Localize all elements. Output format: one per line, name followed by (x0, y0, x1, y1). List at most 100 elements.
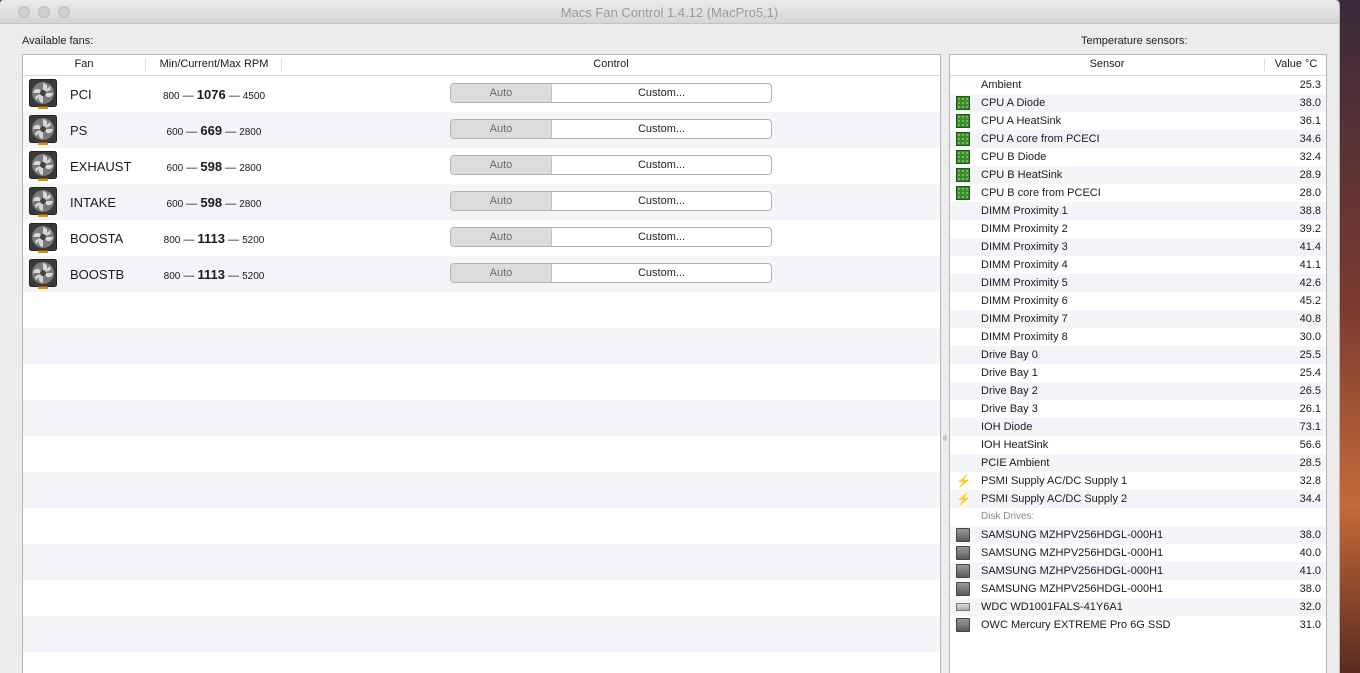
sensor-row[interactable]: SAMSUNG MZHPV256HDGL-000H1 40.0 (950, 544, 1326, 562)
column-header-sensor[interactable]: Sensor (950, 58, 1265, 72)
fan-row[interactable]: BOOSTA 800 — 1113 — 5200 Auto Custom... (23, 220, 940, 256)
sensor-value: 34.6 (1299, 133, 1321, 145)
sensor-name: DIMM Proximity 4 (981, 259, 1068, 271)
sensor-value: 26.1 (1299, 403, 1321, 415)
sensor-name: DIMM Proximity 8 (981, 331, 1068, 343)
sensor-value: 26.5 (1299, 385, 1321, 397)
sensor-row[interactable]: CPU A HeatSink 36.1 (950, 112, 1326, 130)
sensor-row[interactable]: IOH Diode 73.1 (950, 418, 1326, 436)
sensor-row[interactable]: CPU A Diode 38.0 (950, 94, 1326, 112)
sensor-value: 41.4 (1299, 241, 1321, 253)
sensor-name: CPU B core from PCECI (981, 187, 1101, 199)
cpu-chip-icon (956, 96, 970, 110)
custom-button[interactable]: Custom... (552, 192, 771, 210)
fan-rpm-current: 598 (200, 195, 223, 210)
sensor-value: 38.0 (1299, 529, 1321, 541)
sensor-row[interactable]: CPU B core from PCECI 28.0 (950, 184, 1326, 202)
auto-button[interactable]: Auto (451, 192, 552, 210)
fan-rpm-current: 1113 (197, 267, 225, 282)
sensor-row[interactable]: Ambient 25.3 (950, 76, 1326, 94)
sensor-row[interactable]: DIMM Proximity 4 41.1 (950, 256, 1326, 274)
sensor-row[interactable]: OWC Mercury EXTREME Pro 6G SSD 31.0 (950, 616, 1326, 634)
sensor-row[interactable]: ⚡ PSMI Supply AC/DC Supply 1 32.8 (950, 472, 1326, 490)
sensor-row[interactable]: CPU A core from PCECI 34.6 (950, 130, 1326, 148)
fan-name: BOOSTA (70, 231, 124, 246)
sensor-row[interactable]: PCIE Ambient 28.5 (950, 454, 1326, 472)
temperature-sensors-label: Temperature sensors: (1081, 35, 1188, 47)
fan-row[interactable]: PS 600 — 669 — 2800 Auto Custom... (23, 112, 940, 148)
sensor-row[interactable]: Drive Bay 1 25.4 (950, 364, 1326, 382)
column-header-control[interactable]: Control (283, 58, 939, 70)
sensor-row[interactable]: Drive Bay 3 26.1 (950, 400, 1326, 418)
custom-button[interactable]: Custom... (552, 228, 771, 246)
fan-control-segmented: Auto Custom... (450, 155, 772, 175)
sensor-row[interactable]: DIMM Proximity 3 41.4 (950, 238, 1326, 256)
auto-button[interactable]: Auto (451, 84, 552, 102)
sensor-row[interactable]: SAMSUNG MZHPV256HDGL-000H1 41.0 (950, 562, 1326, 580)
sensor-row[interactable]: ⚡ PSMI Supply AC/DC Supply 2 34.4 (950, 490, 1326, 508)
sensor-group-header: Disk Drives: (950, 508, 1326, 526)
sensor-row[interactable]: Drive Bay 0 25.5 (950, 346, 1326, 364)
auto-button[interactable]: Auto (451, 156, 552, 174)
fan-icon (29, 115, 57, 145)
fans-table: Fan Min/Current/Max RPM Control PCI 800 —… (22, 54, 941, 673)
sensor-value: 40.0 (1299, 547, 1321, 559)
split-view-divider-handle[interactable] (943, 435, 947, 441)
custom-button[interactable]: Custom... (552, 120, 771, 138)
fan-rpm-min: 600 (166, 163, 184, 174)
cpu-chip-icon (956, 132, 970, 146)
fan-row[interactable]: INTAKE 600 — 598 — 2800 Auto Custom... (23, 184, 940, 220)
auto-button[interactable]: Auto (451, 228, 552, 246)
sensor-name: DIMM Proximity 1 (981, 205, 1068, 217)
fan-rpm-max: 2800 (239, 127, 262, 138)
sensor-name: Drive Bay 1 (981, 367, 1038, 379)
sensor-row[interactable]: DIMM Proximity 5 42.6 (950, 274, 1326, 292)
column-header-value[interactable]: Value °C (1266, 58, 1326, 70)
hard-drive-icon (956, 546, 970, 560)
fan-rpm-min: 800 (162, 91, 180, 102)
sensor-row[interactable]: SAMSUNG MZHPV256HDGL-000H1 38.0 (950, 526, 1326, 544)
sensor-row[interactable]: WDC WD1001FALS-41Y6A1 32.0 (950, 598, 1326, 616)
fan-rpm-max: 5200 (242, 271, 265, 282)
sensor-row[interactable]: DIMM Proximity 8 30.0 (950, 328, 1326, 346)
window-title: Macs Fan Control 1.4.12 (MacPro5,1) (560, 5, 779, 20)
fan-rpm-min: 800 (163, 235, 181, 246)
fan-control-segmented: Auto Custom... (450, 227, 772, 247)
rpm-separator: — (222, 126, 240, 138)
rpm-separator: — (183, 162, 201, 174)
column-header-fan[interactable]: Fan (23, 58, 146, 72)
sensor-row[interactable]: DIMM Proximity 2 39.2 (950, 220, 1326, 238)
auto-button[interactable]: Auto (451, 120, 552, 138)
sensor-value: 45.2 (1299, 295, 1321, 307)
fan-rpm-max: 5200 (242, 235, 265, 246)
sensor-row[interactable]: DIMM Proximity 6 45.2 (950, 292, 1326, 310)
fan-rpm-current: 598 (200, 159, 223, 174)
sensor-name: SAMSUNG MZHPV256HDGL-000H1 (981, 547, 1164, 559)
auto-button[interactable]: Auto (451, 264, 552, 282)
app-window: Macs Fan Control 1.4.12 (MacPro5,1) Avai… (0, 0, 1339, 673)
sensor-name: CPU B HeatSink (981, 169, 1063, 181)
cpu-chip-icon (956, 114, 970, 128)
sensor-value: 31.0 (1299, 619, 1321, 631)
sensor-row[interactable]: Drive Bay 2 26.5 (950, 382, 1326, 400)
sensor-row[interactable]: IOH HeatSink 56.6 (950, 436, 1326, 454)
fan-row[interactable]: PCI 800 — 1076 — 4500 Auto Custom... (23, 76, 940, 112)
sensor-row[interactable]: DIMM Proximity 7 40.8 (950, 310, 1326, 328)
sensor-row[interactable]: CPU B HeatSink 28.9 (950, 166, 1326, 184)
temperature-sensors-table: Sensor Value °C Ambient 25.3 CPU A Diode 38… (949, 54, 1327, 673)
fan-row[interactable]: BOOSTB 800 — 1113 — 5200 Auto Custom... (23, 256, 940, 292)
custom-button[interactable]: Custom... (552, 84, 771, 102)
custom-button[interactable]: Custom... (552, 156, 771, 174)
custom-button[interactable]: Custom... (552, 264, 771, 282)
fan-name: BOOSTB (70, 267, 125, 282)
sensor-name: DIMM Proximity 2 (981, 223, 1068, 235)
rpm-separator: — (183, 126, 201, 138)
sensor-row[interactable]: CPU B Diode 32.4 (950, 148, 1326, 166)
fan-name: INTAKE (70, 195, 116, 210)
sensor-row[interactable]: DIMM Proximity 1 38.8 (950, 202, 1326, 220)
title-bar[interactable]: Macs Fan Control 1.4.12 (MacPro5,1) (0, 0, 1339, 24)
sensor-row[interactable]: SAMSUNG MZHPV256HDGL-000H1 38.0 (950, 580, 1326, 598)
fan-rpm: 800 — 1113 — 5200 (147, 267, 281, 282)
fan-row[interactable]: EXHAUST 600 — 598 — 2800 Auto Custom... (23, 148, 940, 184)
column-header-rpm[interactable]: Min/Current/Max RPM (147, 58, 282, 72)
